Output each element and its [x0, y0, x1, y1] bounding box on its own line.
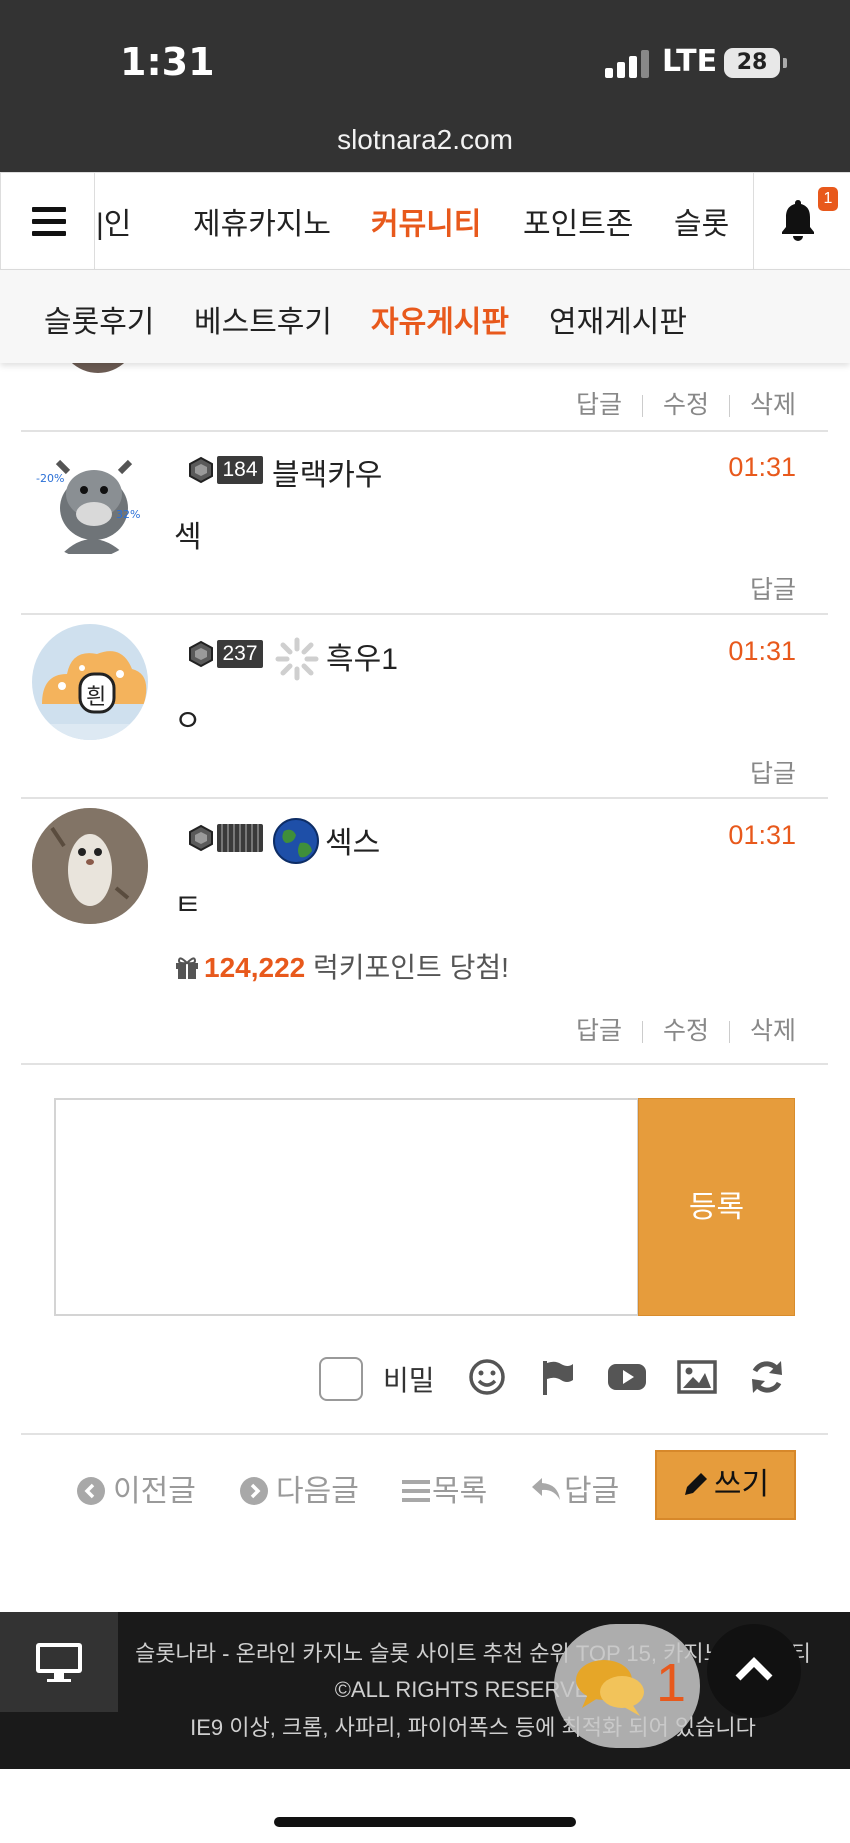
level-icon — [189, 824, 213, 852]
secret-label: 비밀 — [383, 1365, 435, 1396]
subnav-serial-board[interactable]: 연재게시판 — [549, 297, 687, 341]
level-number: 237 — [217, 640, 263, 668]
chevron-left-icon — [77, 1477, 105, 1505]
youtube-icon[interactable] — [607, 1357, 647, 1397]
list-button[interactable]: 목록 — [402, 1466, 487, 1510]
nickname[interactable]: 섹스 — [325, 818, 380, 862]
secret-checkbox[interactable] — [319, 1357, 363, 1401]
edit-link[interactable]: 수정 — [663, 391, 709, 419]
prev-post-label: 이전글 — [113, 1475, 196, 1508]
next-post-button[interactable]: 다음글 — [240, 1466, 359, 1510]
svg-text:흰: 흰 — [86, 685, 106, 710]
subnav-best-review[interactable]: 베스트후기 — [194, 297, 332, 341]
footer-browser-note: IE9 이상, 크롬, 사파리, 파이어폭스 등에 최적화 되어 있습니다 — [190, 1715, 756, 1740]
chevron-up-icon — [735, 1657, 773, 1681]
nav-item-slot[interactable]: 슬롯 — [674, 199, 729, 243]
subnav-slot-review[interactable]: 슬롯후기 — [44, 297, 154, 341]
nav-item-point-zone[interactable]: 포인트존 — [523, 199, 633, 243]
delete-link[interactable]: 삭제 — [750, 1017, 796, 1045]
gift-icon — [176, 957, 198, 979]
nav-scroller[interactable]: |인 제휴카지노 커뮤니티 포인트존 슬롯 — [96, 173, 753, 270]
home-indicator[interactable] — [274, 1817, 576, 1827]
desktop-icon — [36, 1643, 82, 1682]
comment-time: 01:31 — [728, 820, 796, 850]
chat-icon — [576, 1660, 644, 1716]
delete-link[interactable]: 삭제 — [750, 391, 796, 419]
chevron-right-icon — [240, 1477, 268, 1505]
avatar: -20% 32% — [32, 442, 148, 558]
reply-link[interactable]: 답글 — [576, 1017, 622, 1045]
main-nav: |인 제휴카지노 커뮤니티 포인트존 슬롯 1 — [0, 172, 850, 270]
edit-link[interactable]: 수정 — [663, 1017, 709, 1045]
subnav-free-board[interactable]: 자유게시판 — [371, 297, 509, 341]
pc-version-button[interactable] — [0, 1612, 118, 1712]
comment-actions: 답글 수정 삭제 — [576, 385, 796, 421]
nav-item-community[interactable]: 커뮤니티 — [371, 199, 481, 243]
notification-button[interactable]: 1 — [753, 173, 850, 270]
signal-icon — [605, 50, 649, 78]
scroll-top-button[interactable] — [707, 1624, 801, 1718]
write-button[interactable]: 쓰기 — [655, 1450, 796, 1520]
reply-label: 답글 — [564, 1475, 620, 1508]
comment-body: 섹 — [174, 521, 202, 554]
next-post-label: 다음글 — [276, 1475, 359, 1508]
lucky-point-notice: 124,222 럭키포인트 당첨! — [174, 946, 509, 986]
pencil-icon — [684, 1473, 707, 1495]
reply-link[interactable]: 답글 — [750, 754, 796, 790]
hamburger-icon — [32, 207, 66, 212]
reply-post-button[interactable]: 답글 — [530, 1466, 619, 1510]
network-label: LTE — [662, 44, 718, 79]
chat-count: 1 — [656, 1653, 687, 1713]
clock: 1:31 — [120, 40, 215, 84]
lucky-text: 럭키포인트 당첨! — [313, 952, 509, 983]
post-navigation: 이전글 다음글 목록 답글 쓰기 — [0, 1440, 850, 1530]
svg-text:-20%: -20% — [36, 472, 64, 485]
sub-nav: 슬롯후기 베스트후기 자유게시판 연재게시판 — [0, 270, 850, 363]
nickname[interactable]: 블랙카우 — [272, 450, 382, 494]
svg-text:32%: 32% — [116, 508, 140, 521]
refresh-icon[interactable] — [747, 1357, 787, 1397]
write-label: 쓰기 — [713, 1468, 770, 1501]
lucky-amount: 124,222 — [204, 952, 306, 983]
nav-item-login[interactable]: |인 — [96, 199, 131, 243]
reply-link[interactable]: 답글 — [750, 570, 796, 606]
notification-badge: 1 — [818, 187, 838, 211]
battery-icon: 28 — [724, 48, 787, 78]
address-bar[interactable]: slotnara2.com — [0, 124, 850, 156]
bell-icon — [782, 200, 814, 241]
divider — [21, 797, 828, 799]
form-tools: 비밀 — [21, 1353, 828, 1403]
level-number: 184 — [217, 456, 263, 484]
comment-textarea[interactable] — [54, 1098, 639, 1316]
nav-item-partner-casino[interactable]: 제휴카지노 — [193, 199, 331, 243]
nickname[interactable]: 흑우1 — [326, 634, 398, 678]
level-icon — [189, 640, 213, 668]
comment-actions: 답글 수정 삭제 — [576, 1011, 796, 1047]
flag-icon[interactable] — [537, 1357, 577, 1397]
spinner-icon — [275, 637, 319, 681]
list-icon — [402, 1480, 430, 1502]
image-icon[interactable] — [677, 1357, 717, 1397]
prev-post-button[interactable]: 이전글 — [77, 1466, 196, 1510]
status-bar: 1:31 LTE 28 slotnara2.com — [0, 0, 850, 172]
comment-form: 등록 비밀 — [21, 1063, 828, 1435]
level-number — [217, 824, 263, 852]
divider — [21, 430, 828, 432]
comment-time: 01:31 — [728, 636, 796, 666]
reply-icon — [532, 1478, 560, 1500]
list-label: 목록 — [432, 1475, 488, 1508]
comment-body: ㅌ — [174, 889, 202, 922]
avatar — [32, 808, 148, 924]
emoji-icon[interactable] — [467, 1357, 507, 1397]
level-icon — [189, 456, 213, 484]
comment-body: ㅇ — [174, 705, 202, 738]
comment-time: 01:31 — [728, 452, 796, 482]
globe-icon — [273, 818, 319, 864]
submit-button[interactable]: 등록 — [638, 1098, 795, 1316]
home-bar — [0, 1769, 850, 1843]
divider — [21, 613, 828, 615]
menu-button[interactable] — [0, 173, 95, 270]
reply-link[interactable]: 답글 — [576, 391, 622, 419]
avatar: 흰 — [32, 624, 148, 740]
